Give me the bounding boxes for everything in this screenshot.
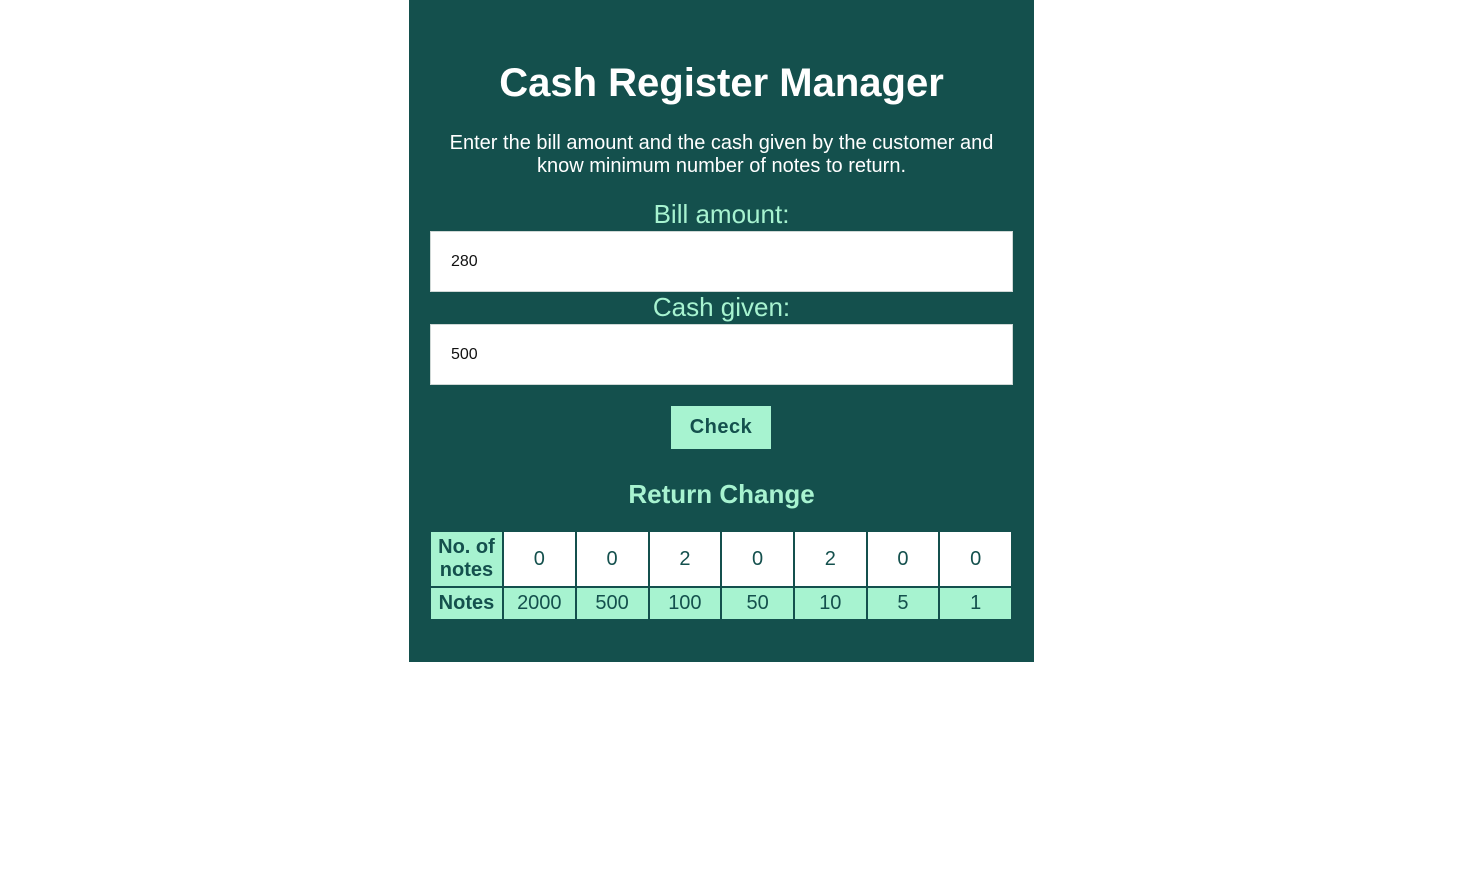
app-panel: Cash Register Manager Enter the bill amo…: [409, 0, 1034, 662]
note-count-cell: 0: [940, 532, 1011, 586]
page-description: Enter the bill amount and the cash given…: [449, 132, 994, 177]
note-denomination-cell: 5: [867, 588, 939, 619]
page-title: Cash Register Manager: [499, 61, 944, 105]
note-count-cell: 2: [649, 532, 721, 586]
notes-row: Notes 2000 500 100 50 10 5 1: [431, 588, 1011, 619]
note-denomination-cell: 2000: [503, 588, 575, 619]
note-count-cell: 0: [722, 532, 793, 586]
cash-given-input[interactable]: [430, 324, 1013, 385]
note-denomination-cell: 500: [576, 588, 648, 619]
check-button[interactable]: Check: [671, 406, 771, 449]
note-denomination-cell: 50: [722, 588, 793, 619]
note-denomination-cell: 100: [649, 588, 721, 619]
bill-amount-input[interactable]: [430, 231, 1013, 292]
change-table: No. of notes 0 0 2 0 2 0 0 Notes 2000 50…: [429, 530, 1013, 621]
return-change-title: Return Change: [628, 479, 815, 509]
note-denomination-cell: 10: [794, 588, 866, 619]
bill-amount-label: Bill amount:: [653, 199, 790, 229]
count-row: No. of notes 0 0 2 0 2 0 0: [431, 532, 1011, 586]
note-count-cell: 0: [503, 532, 575, 586]
note-count-cell: 0: [867, 532, 939, 586]
count-row-header: No. of notes: [431, 532, 502, 586]
note-count-cell: 0: [576, 532, 648, 586]
note-count-cell: 2: [794, 532, 866, 586]
note-denomination-cell: 1: [940, 588, 1011, 619]
cash-given-label: Cash given:: [652, 292, 791, 322]
notes-row-header: Notes: [431, 588, 502, 619]
